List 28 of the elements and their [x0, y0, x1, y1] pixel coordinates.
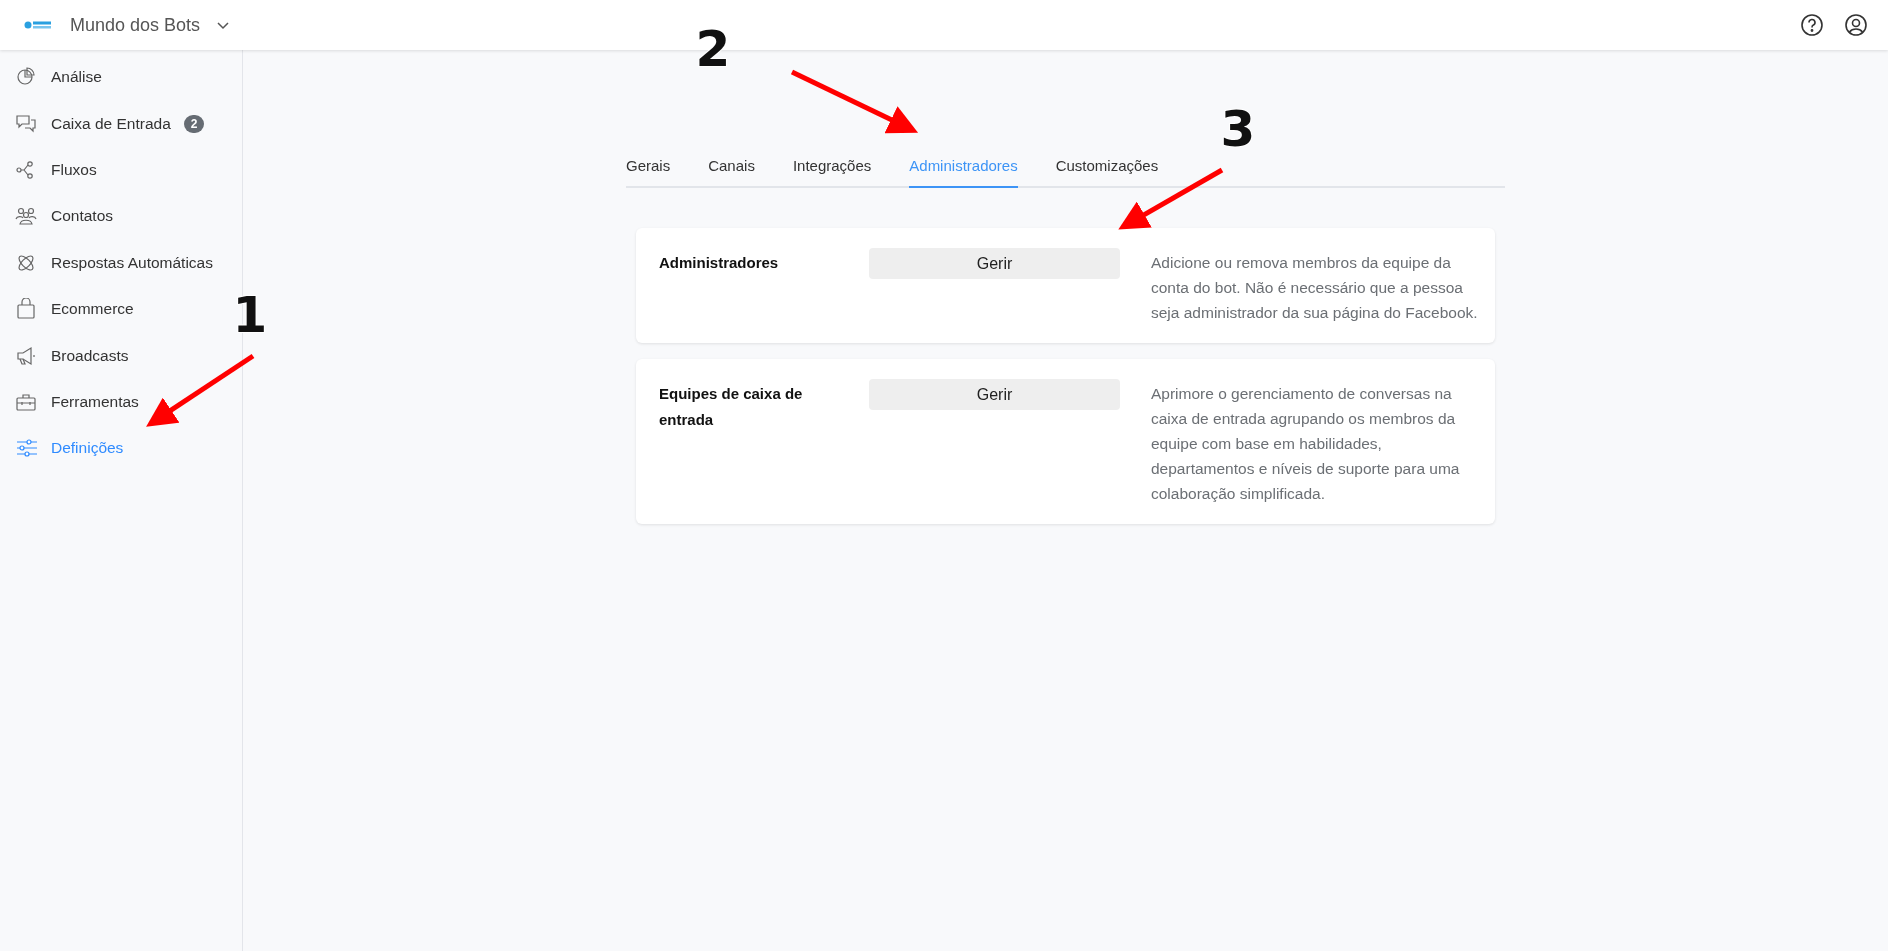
annotation-number: 3: [1220, 100, 1256, 158]
sidebar-item[interactable]: Fluxos: [0, 146, 242, 194]
card-title: Equipes de caixa de entrada: [659, 384, 804, 430]
settings-tab[interactable]: Customizações: [1055, 148, 1159, 188]
card-description: Adicione ou remova membros da equipe da conta do bot. Não é necessário que a pessoa seja administrador da sua página do Facebook.: [1151, 253, 1479, 323]
logo-icon: [24, 20, 52, 30]
settings-tab[interactable]: Canais: [708, 148, 755, 188]
sidebar-item[interactable]: Ferramentas: [0, 378, 242, 426]
sliders-icon: [15, 437, 37, 460]
sidebar-item[interactable]: Análise: [0, 54, 242, 101]
manage-button[interactable]: Gerir: [869, 248, 1120, 279]
megaphone-icon: [15, 344, 37, 367]
annotation-number: 2: [695, 20, 731, 78]
card-title: Administradores: [659, 253, 780, 273]
settings-tab[interactable]: Gerais: [626, 148, 671, 188]
count-badge: 2: [183, 114, 205, 133]
manage-button[interactable]: Gerir: [869, 379, 1120, 410]
help-icon[interactable]: [1800, 13, 1824, 37]
bag-icon: [15, 298, 37, 321]
settings-tab[interactable]: Integrações: [792, 148, 872, 188]
people-icon: [15, 205, 37, 228]
chat-icon: [15, 112, 37, 135]
sidebar-item[interactable]: Respostas Automáticas: [0, 239, 242, 286]
workspace-name[interactable]: Mundo dos Bots: [70, 14, 201, 36]
card-description: Aprimore o gerenciamento de conversas na caixa de entrada agrupando os membros da equipe com base em habilidades, departamentos e níveis de suporte para uma colaboração simplificada.: [1151, 384, 1461, 504]
account-icon[interactable]: [1844, 13, 1868, 37]
sidebar-item[interactable]: Caixa de Entrada 2: [0, 100, 242, 147]
sidebar-item[interactable]: Contatos: [0, 193, 242, 240]
